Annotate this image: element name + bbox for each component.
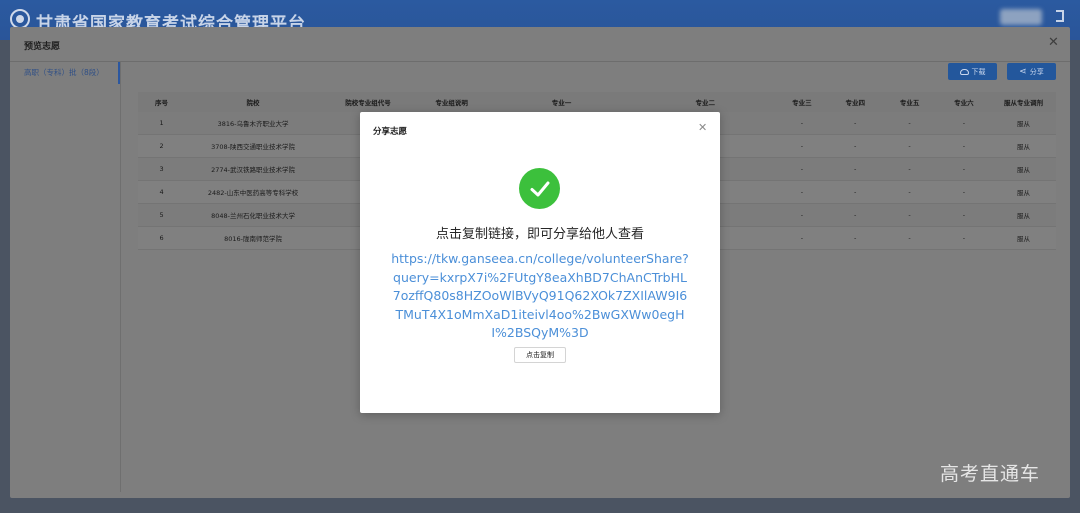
table-cell: - — [936, 134, 992, 158]
table-cell: - — [828, 134, 883, 158]
cloud-download-icon — [959, 68, 969, 75]
download-button[interactable]: 下载 — [948, 63, 997, 80]
logo-icon — [10, 9, 30, 29]
col-header: 专业二 — [634, 92, 776, 112]
share-dialog: 分享志愿 ✕ 点击复制链接，即可分享给他人查看 https://tkw.gans… — [360, 112, 720, 413]
table-cell: - — [882, 134, 937, 158]
table-cell: 6 — [138, 226, 186, 250]
table-cell: 8048-兰州石化职业技术大学 — [185, 203, 321, 227]
table-cell: - — [828, 157, 883, 181]
table-cell: - — [936, 112, 992, 135]
table-cell: - — [936, 180, 992, 204]
table-cell: - — [828, 112, 883, 135]
preview-close-icon[interactable]: ✕ — [1048, 35, 1059, 50]
download-label: 下载 — [971, 67, 986, 76]
divider — [10, 61, 1070, 62]
table-cell: - — [775, 203, 829, 227]
table-cell: - — [936, 157, 992, 181]
share-message: 点击复制链接，即可分享给他人查看 — [435, 227, 644, 242]
table-cell: 4 — [138, 180, 186, 204]
table-cell: 1 — [138, 112, 186, 135]
table-cell: - — [882, 157, 937, 181]
success-check-icon — [519, 168, 560, 209]
table-cell: - — [828, 203, 883, 227]
table-cell: 服从 — [991, 134, 1056, 158]
share-label: 分享 — [1029, 67, 1044, 76]
table-cell: - — [936, 226, 992, 250]
table-cell: 服从 — [991, 203, 1056, 227]
share-dialog-title: 分享志愿 — [373, 127, 408, 137]
table-cell: 3 — [138, 157, 186, 181]
tab-vocational-batch[interactable]: 高职（专科）批（8段） — [24, 67, 104, 78]
table-cell: 8016-陇南师范学院 — [185, 226, 321, 250]
table-cell: - — [775, 134, 829, 158]
table-cell: - — [936, 203, 992, 227]
table-cell: - — [775, 226, 829, 250]
close-icon[interactable]: ✕ — [698, 121, 707, 134]
table-cell: 2 — [138, 134, 186, 158]
table-cell: 2482-山东中医药高等专科学校 — [185, 180, 321, 204]
share-link[interactable]: https://tkw.ganseea.cn/college/volunteer… — [390, 250, 690, 343]
copy-button[interactable]: 点击复制 — [514, 347, 566, 363]
table-cell: - — [828, 180, 883, 204]
table-cell: 服从 — [991, 180, 1056, 204]
table-cell: 服从 — [991, 157, 1056, 181]
col-header: 服从专业调剂 — [991, 92, 1056, 112]
table-cell: - — [775, 157, 829, 181]
table-cell: - — [882, 226, 937, 250]
col-header: 专业组说明 — [415, 92, 489, 112]
watermark: 高考直通车 — [940, 463, 1041, 485]
col-header: 序号 — [138, 92, 186, 112]
preview-dialog-title: 预览志愿 — [24, 42, 61, 52]
table-cell: 服从 — [991, 226, 1056, 250]
share-icon: ⋖ — [1019, 66, 1027, 77]
table-cell: - — [775, 112, 829, 135]
table-cell: 3708-陕西交通职业技术学院 — [185, 134, 321, 158]
table-cell: 5 — [138, 203, 186, 227]
col-header: 院校专业组代号 — [320, 92, 416, 112]
table-cell: - — [882, 203, 937, 227]
table-cell: - — [882, 112, 937, 135]
col-header: 专业六 — [936, 92, 992, 112]
table-header-row: 序号 院校 院校专业组代号 专业组说明 专业一 专业二 专业三 专业四 专业五 … — [138, 92, 1056, 112]
col-header: 专业一 — [488, 92, 635, 112]
col-header: 院校 — [185, 92, 321, 112]
table-cell: - — [828, 226, 883, 250]
logout-icon[interactable] — [1056, 10, 1064, 22]
table-cell: - — [775, 180, 829, 204]
table-cell: - — [882, 180, 937, 204]
col-header: 专业四 — [828, 92, 883, 112]
divider — [120, 62, 121, 492]
table-cell: 3816-乌鲁木齐职业大学 — [185, 112, 321, 135]
share-button[interactable]: ⋖ 分享 — [1007, 63, 1056, 80]
table-cell: 服从 — [991, 112, 1056, 135]
user-avatar[interactable] — [1000, 9, 1042, 25]
col-header: 专业五 — [882, 92, 937, 112]
table-cell: 2774-武汉铁路职业技术学院 — [185, 157, 321, 181]
col-header: 专业三 — [775, 92, 829, 112]
